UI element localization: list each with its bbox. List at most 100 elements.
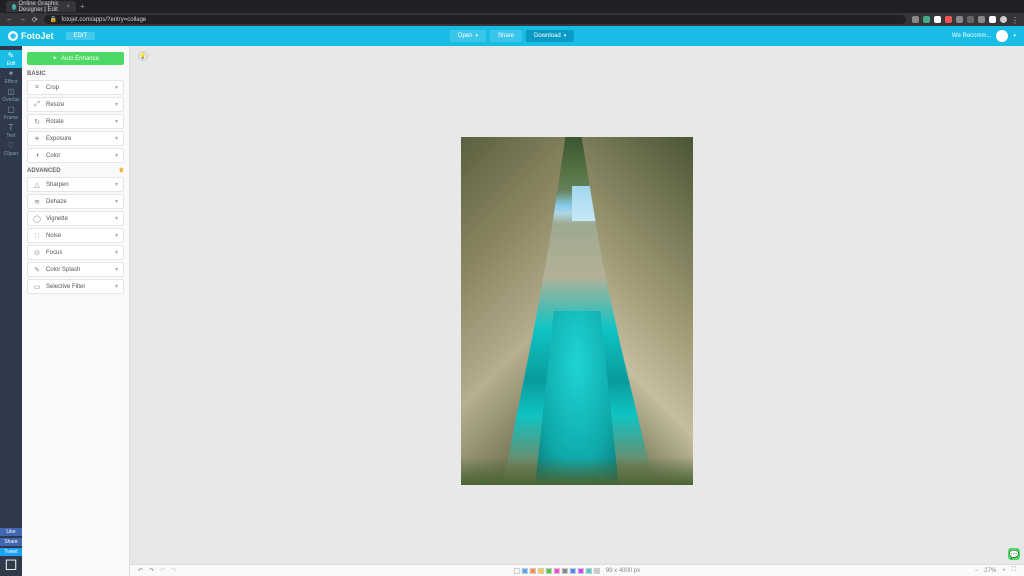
panel-color-splash[interactable]: ✎Color Splash▾ (27, 262, 124, 277)
swatch[interactable] (578, 568, 584, 574)
panel-noise[interactable]: ∷Noise▾ (27, 228, 124, 243)
chevron-down-icon: ▾ (115, 135, 118, 142)
swatch[interactable] (546, 568, 552, 574)
avatar (996, 30, 1008, 42)
tab-favicon (12, 4, 16, 10)
clipart-icon: ♡ (7, 142, 15, 150)
tip-bar: 💡 (138, 51, 148, 61)
fb-like-button[interactable]: Like (0, 528, 22, 536)
swatch[interactable] (570, 568, 576, 574)
chevron-down-icon: ▾ (115, 249, 118, 256)
panel-sharpen[interactable]: △Sharpen▾ (27, 177, 124, 192)
fb-share-button[interactable]: Share (0, 538, 22, 546)
panel-crop[interactable]: ⌗Crop▾ (27, 80, 124, 95)
ext-icon[interactable] (912, 16, 919, 23)
panel-resize[interactable]: ⤢Resize▾ (27, 97, 124, 112)
sharpen-icon: △ (33, 181, 41, 189)
history-redo-icon[interactable]: ↷ (171, 567, 176, 574)
browser-tab[interactable]: Online Graphic Designer | Edit × (6, 1, 76, 12)
history-undo-icon[interactable]: ↶ (160, 567, 165, 574)
undo-button[interactable]: ↶ (138, 567, 143, 574)
sidenav-edit[interactable]: ✎Edit (0, 50, 22, 68)
noise-icon: ∷ (33, 232, 41, 240)
tab-title: Online Graphic Designer | Edit (19, 1, 67, 13)
new-tab-button[interactable]: + (80, 2, 85, 11)
chevron-down-icon: ▾ (115, 198, 118, 205)
tip-bulb-icon[interactable]: 💡 (138, 51, 148, 61)
swatch[interactable] (586, 568, 592, 574)
swatch[interactable] (538, 568, 544, 574)
panel-dehaze[interactable]: ≋Dehaze▾ (27, 194, 124, 209)
focus-icon: ⊙ (33, 249, 41, 257)
chevron-down-icon: ▾ (115, 101, 118, 108)
ext-icon[interactable] (945, 16, 952, 23)
overlay-icon: ◫ (7, 88, 15, 96)
ext-icon[interactable] (956, 16, 963, 23)
chevron-down-icon: ▾ (115, 266, 118, 273)
user-menu[interactable]: We Recomm... ▾ (952, 30, 1016, 42)
swatch[interactable] (562, 568, 568, 574)
panel-exposure[interactable]: ☀Exposure▾ (27, 131, 124, 146)
logo[interactable]: ◉ FotoJet (8, 31, 54, 41)
advanced-header: ADVANCED♛ (27, 167, 124, 174)
panel-color[interactable]: ◑Color▾ (27, 148, 124, 163)
ext-icon[interactable] (934, 16, 941, 23)
edit-panel: ✦Auto Enhance BASIC ⌗Crop▾ ⤢Resize▾ ↻Rot… (22, 46, 130, 576)
panel-selective-filter[interactable]: ▭Selective Filter▾ (27, 279, 124, 294)
logo-icon: ◉ (8, 31, 18, 41)
back-button[interactable]: ← (6, 16, 13, 23)
swatch[interactable] (514, 568, 520, 574)
sidenav-frame[interactable]: ▢Frame (0, 104, 22, 122)
sidenav-effect[interactable]: ✦Effect (0, 68, 22, 86)
url-text: fotojet.com/apps/?entry=collage (61, 17, 146, 23)
tab-close-icon[interactable]: × (66, 4, 70, 10)
mode-badge[interactable]: EDIT (66, 32, 96, 40)
panel-focus[interactable]: ⊙Focus▾ (27, 245, 124, 260)
chevron-down-icon: ▾ (115, 232, 118, 239)
sidenav-text[interactable]: TText (0, 122, 22, 140)
redo-button[interactable]: ↷ (149, 567, 154, 574)
ext-icon[interactable] (967, 16, 974, 23)
chevron-down-icon: ▾ (115, 84, 118, 91)
auto-enhance-button[interactable]: ✦Auto Enhance (27, 52, 124, 65)
swatch[interactable] (530, 568, 536, 574)
fit-button[interactable]: ⛶ (1012, 567, 1016, 574)
canvas-area[interactable]: 💡 💬 ↶ ↷ ↶ ↷ (130, 46, 1024, 576)
panel-rotate[interactable]: ↻Rotate▾ (27, 114, 124, 129)
lock-icon: 🔒 (50, 16, 57, 23)
panel-vignette[interactable]: ◯Vignette▾ (27, 211, 124, 226)
instagram-icon[interactable]: ◻ (0, 558, 22, 570)
extension-icons: ⋮ (912, 16, 1018, 23)
zoom-out-button[interactable]: − (975, 568, 979, 574)
main-area: ✎Edit ✦Effect ◫Overlay ▢Frame TText ♡Cli… (0, 46, 1024, 576)
app-header: ◉ FotoJet EDIT Open▾ Share Download▾ We … (0, 26, 1024, 46)
profile-icon[interactable] (1000, 16, 1007, 23)
canvas-image[interactable] (461, 137, 693, 485)
menu-icon[interactable]: ⋮ (1011, 16, 1018, 23)
user-name: We Recomm... (952, 33, 992, 39)
help-button[interactable]: 💬 (1008, 548, 1020, 560)
ext-icon[interactable] (923, 16, 930, 23)
edit-icon: ✎ (7, 52, 15, 60)
effect-icon: ✦ (7, 70, 15, 78)
vignette-icon: ◯ (33, 215, 41, 223)
sidenav-clipart[interactable]: ♡Clipart (0, 140, 22, 158)
swatch[interactable] (554, 568, 560, 574)
chevron-down-icon: ▾ (1013, 33, 1016, 39)
open-button[interactable]: Open▾ (450, 30, 486, 42)
share-button[interactable]: Share (490, 30, 522, 42)
zoom-in-button[interactable]: + (1002, 568, 1006, 574)
ext-icon[interactable] (989, 16, 996, 23)
selective-filter-icon: ▭ (33, 283, 41, 291)
image-content (461, 457, 693, 485)
download-button[interactable]: Download▾ (526, 30, 574, 42)
sidenav-overlay[interactable]: ◫Overlay (0, 86, 22, 104)
swatch[interactable] (522, 568, 528, 574)
zoom-level: 27% (984, 568, 996, 574)
swatch[interactable] (594, 568, 600, 574)
crop-icon: ⌗ (33, 84, 41, 92)
forward-button[interactable]: → (19, 16, 26, 23)
address-bar[interactable]: 🔒 fotojet.com/apps/?entry=collage (44, 15, 906, 24)
reload-button[interactable]: ⟳ (32, 16, 38, 24)
ext-icon[interactable] (978, 16, 985, 23)
